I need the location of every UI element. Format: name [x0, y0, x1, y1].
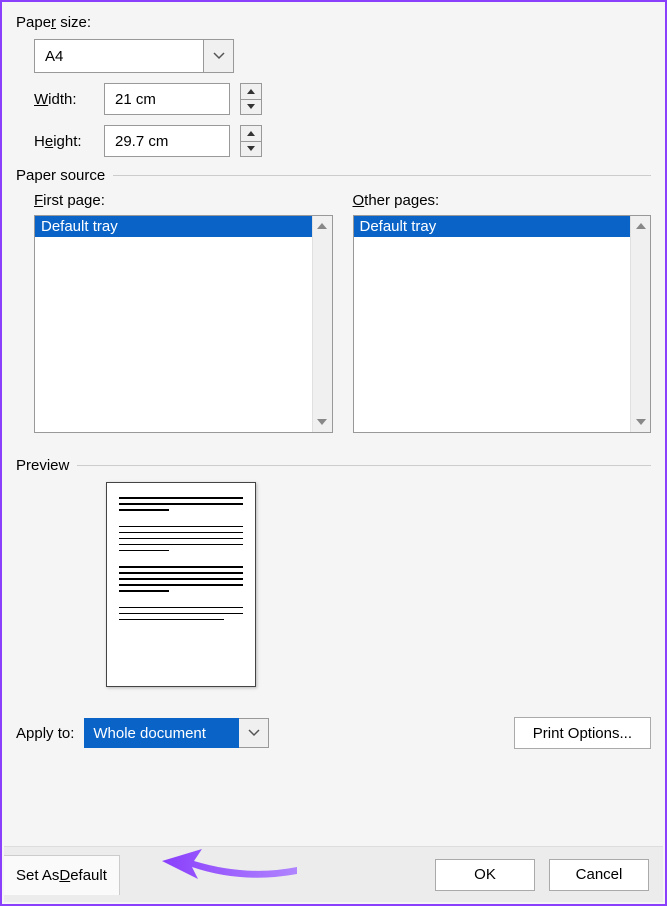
paper-source-label: Paper source	[16, 167, 105, 184]
set-as-default-button[interactable]: Set As Default	[4, 855, 120, 895]
height-spin-down[interactable]	[240, 142, 262, 158]
list-item[interactable]: Default tray	[35, 216, 312, 237]
scrollbar[interactable]	[630, 216, 650, 432]
paper-size-combo[interactable]: A4	[34, 39, 234, 73]
apply-to-value[interactable]: Whole document	[84, 718, 239, 748]
apply-to-label: Apply to:	[16, 725, 74, 742]
first-page-label: First page:	[34, 192, 333, 209]
other-pages-listbox[interactable]: Default tray	[353, 215, 652, 433]
apply-to-combo[interactable]: Whole document	[84, 718, 269, 748]
paper-size-value[interactable]: A4	[34, 39, 204, 73]
preview-label: Preview	[16, 457, 69, 474]
width-spin-down[interactable]	[240, 100, 262, 116]
height-spin-up[interactable]	[240, 125, 262, 142]
height-label: Height:	[34, 133, 94, 150]
dialog-button-bar: Set As Default OK Cancel	[4, 846, 663, 902]
height-input[interactable]: 29.7 cm	[104, 125, 230, 157]
first-page-listbox[interactable]: Default tray	[34, 215, 333, 433]
scroll-down-icon[interactable]	[313, 412, 332, 432]
width-input[interactable]: 21 cm	[104, 83, 230, 115]
apply-to-dropdown-button[interactable]	[239, 718, 269, 748]
paper-size-dropdown-button[interactable]	[204, 39, 234, 73]
scrollbar[interactable]	[312, 216, 332, 432]
preview-thumbnail	[106, 482, 256, 687]
print-options-button[interactable]: Print Options...	[514, 717, 651, 749]
list-item[interactable]: Default tray	[354, 216, 631, 237]
scroll-up-icon[interactable]	[313, 216, 332, 236]
other-pages-label: Other pages:	[353, 192, 652, 209]
paper-size-label: Paper size:	[16, 14, 651, 31]
cancel-button[interactable]: Cancel	[549, 859, 649, 891]
width-label: Width:	[34, 91, 94, 108]
paper-source-section: Paper source	[16, 167, 651, 184]
width-spin-up[interactable]	[240, 83, 262, 100]
preview-section: Preview	[16, 457, 651, 474]
ok-button[interactable]: OK	[435, 859, 535, 891]
scroll-down-icon[interactable]	[631, 412, 650, 432]
scroll-up-icon[interactable]	[631, 216, 650, 236]
page-setup-dialog: Paper size: A4 Width: 21 cm Height: 29.7…	[0, 0, 667, 906]
